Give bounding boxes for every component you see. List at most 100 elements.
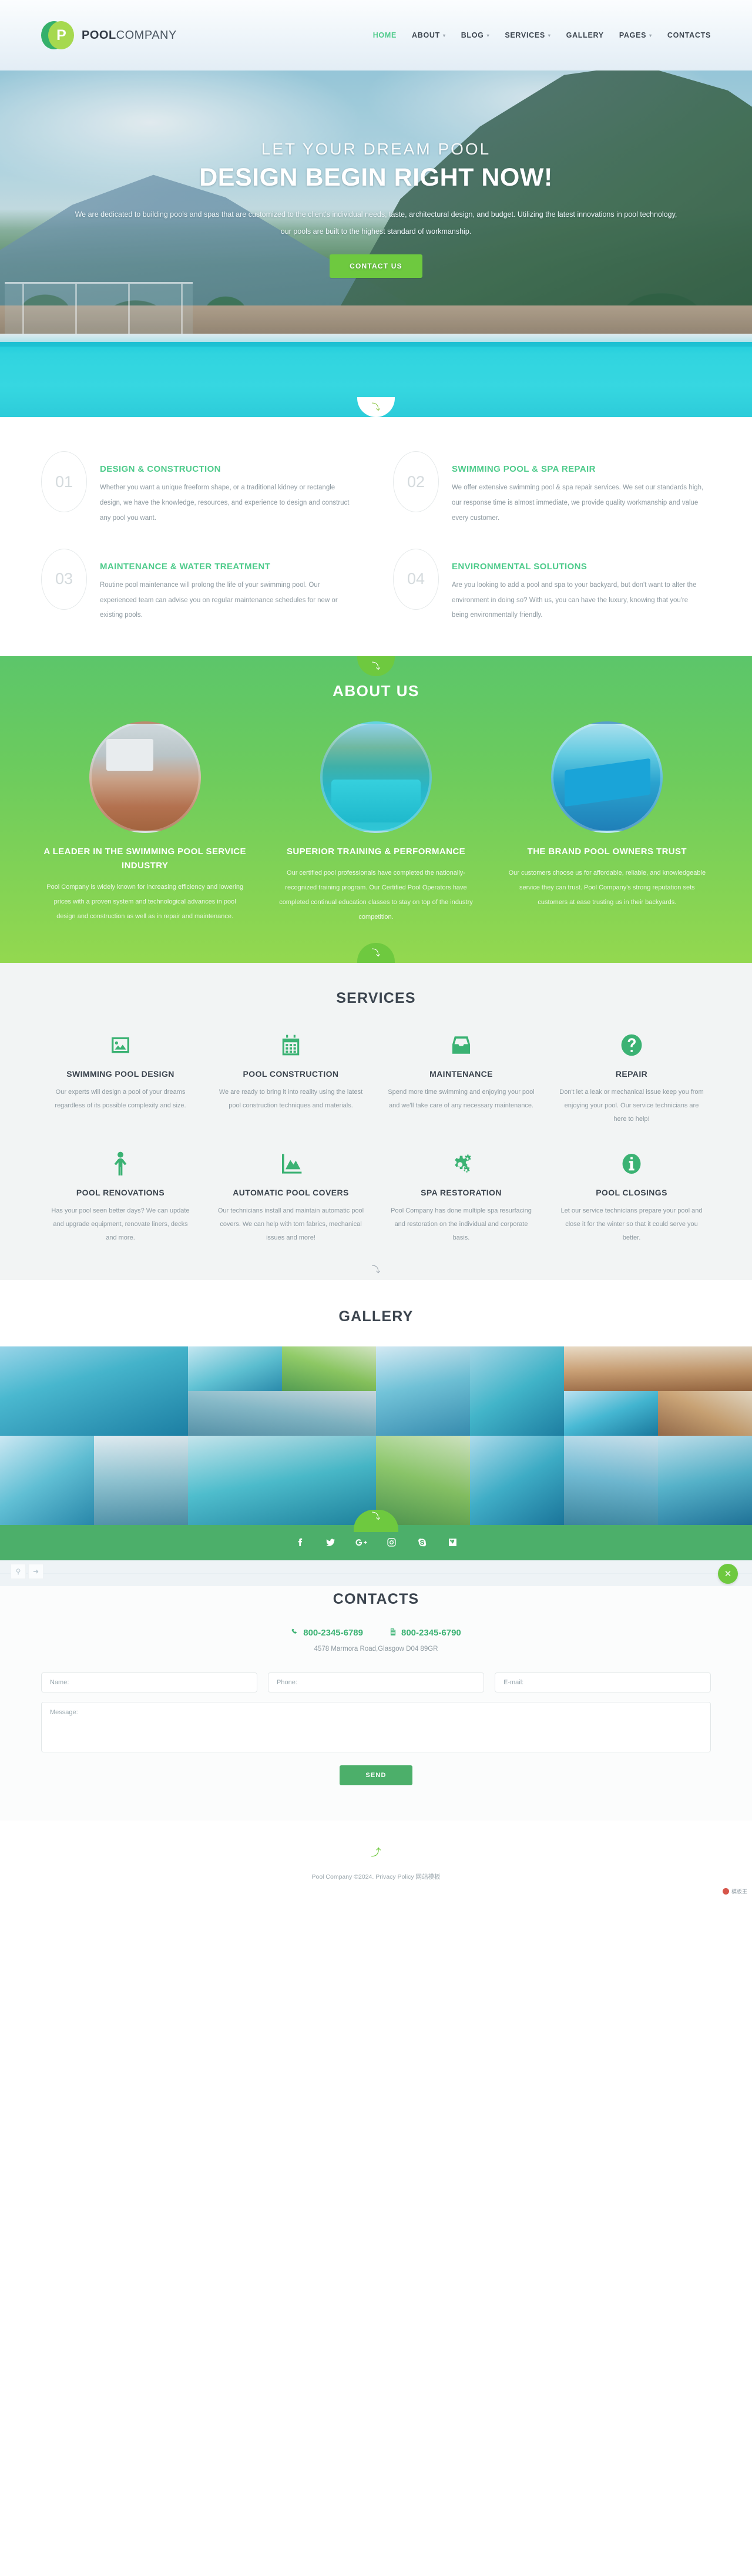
contacts-section: ⚲ ➜ ✕ CONTACTS 800-2345-6789 800-2345-67… (0, 1560, 752, 1821)
service-title: AUTOMATIC POOL COVERS (233, 1187, 349, 1197)
about-card: SUPERIOR TRAINING & PERFORMANCE Our cert… (272, 721, 479, 924)
feature-title: SWIMMING POOL & SPA REPAIR (452, 464, 596, 474)
nav-item-pages[interactable]: PAGES ▾ (619, 31, 652, 39)
gallery-image-12[interactable] (188, 1435, 376, 1525)
about-image-2 (320, 721, 432, 834)
feature-title: MAINTENANCE & WATER TREATMENT (100, 561, 271, 572)
send-button[interactable]: SEND (340, 1765, 412, 1785)
vimeo-icon[interactable] (445, 1535, 460, 1550)
feature-title: DESIGN & CONSTRUCTION (100, 464, 221, 474)
gallery-image-15[interactable] (564, 1435, 658, 1525)
feature-description: We offer extensive swimming pool & spa r… (452, 484, 704, 522)
hero-description: We are dedicated to building pools and s… (75, 210, 677, 236)
page-root: P POOLCOMPANY HOME ABOUT ▾ BLOG ▾ SERVICES… (0, 0, 752, 1899)
service-description: We are ready to bring it into reality us… (219, 1089, 363, 1110)
message-placeholder: Message: (50, 1708, 78, 1716)
watermark-badge: 模板王 (722, 1888, 747, 1895)
name-input[interactable]: Name: (41, 1672, 257, 1692)
email-input[interactable]: E-mail: (495, 1672, 711, 1692)
gallery-image-2[interactable] (188, 1346, 282, 1391)
nav-item-services[interactable]: SERVICES ▾ (505, 31, 550, 39)
hero-content: LET YOUR DREAM POOL DESIGN BEGIN RIGHT N… (0, 140, 752, 278)
service-card: REPAIR Don't let a leak or mechanical is… (552, 1032, 711, 1126)
service-card: AUTOMATIC POOL COVERS Our technicians in… (212, 1150, 370, 1245)
service-description: Pool Company has done multiple spa resur… (391, 1207, 532, 1241)
contact-fax[interactable]: 800-2345-6790 (389, 1628, 461, 1638)
gallery-image-1[interactable] (0, 1346, 188, 1436)
map-controls: ⚲ ➜ (11, 1563, 43, 1579)
about-heading: ABOUT US (333, 682, 419, 700)
gallery-image-4[interactable] (376, 1346, 470, 1436)
template-link[interactable]: 网站模板 (416, 1873, 441, 1880)
about-card: A LEADER IN THE SWIMMING POOL SERVICE IN… (41, 721, 249, 924)
gallery-image-9[interactable] (658, 1391, 752, 1436)
nav-label: CONTACTS (667, 31, 711, 39)
gallery-image-5[interactable] (470, 1346, 564, 1436)
facebook-icon[interactable] (292, 1535, 307, 1550)
about-section: ABOUT US A LEADER IN THE SWIMMING POOL S… (0, 656, 752, 963)
nav-item-contacts[interactable]: CONTACTS (667, 31, 711, 39)
feature-title: ENVIRONMENTAL SOLUTIONS (452, 561, 588, 572)
phone-icon (291, 1628, 299, 1638)
message-textarea[interactable]: Message: (41, 1701, 711, 1752)
chevron-down-icon: ▾ (442, 33, 446, 38)
phone-input-placeholder: Phone: (277, 1678, 297, 1686)
back-to-top-icon[interactable]: ⤴ (368, 1844, 384, 1859)
phone-input[interactable]: Phone: (268, 1672, 484, 1692)
close-icon[interactable]: ✕ (718, 1563, 738, 1584)
privacy-policy-link[interactable]: Privacy Policy (375, 1873, 414, 1880)
gallery-grid (0, 1346, 752, 1525)
contact-phone[interactable]: 800-2345-6789 (291, 1628, 363, 1638)
gallery-section: GALLERY (0, 1279, 752, 1525)
service-card: MAINTENANCE Spend more time swimming and… (382, 1032, 540, 1126)
gallery-image-14[interactable] (470, 1435, 564, 1525)
feature-item: 02 SWIMMING POOL & SPA REPAIR We offer e… (393, 451, 711, 526)
gallery-image-13[interactable] (376, 1435, 470, 1525)
service-card: POOL CONSTRUCTION We are ready to bring … (212, 1032, 370, 1126)
gallery-image-3[interactable] (282, 1346, 376, 1391)
navigate-icon[interactable]: ➜ (28, 1563, 43, 1579)
gallery-image-16[interactable] (658, 1435, 752, 1525)
feature-number: 02 (393, 451, 439, 512)
chevron-down-icon: ▾ (486, 33, 490, 38)
nav-item-gallery[interactable]: GALLERY (566, 31, 604, 39)
feature-description: Routine pool maintenance will prolong th… (100, 581, 338, 619)
watermark-dot-icon (722, 1888, 729, 1895)
chevron-down-icon: ▾ (649, 33, 652, 38)
hero-cta-button[interactable]: CONTACT US (330, 254, 422, 278)
brand-name-bold: POOL (82, 28, 116, 42)
service-title: SWIMMING POOL DESIGN (66, 1069, 174, 1079)
skype-icon[interactable] (414, 1535, 429, 1550)
service-title: POOL RENOVATIONS (76, 1187, 165, 1197)
person-icon (47, 1150, 194, 1177)
service-description: Our technicians install and maintain aut… (217, 1207, 364, 1241)
service-description: Let our service technicians prepare your… (560, 1207, 703, 1241)
copyright-text: Pool Company ©2024. (311, 1873, 374, 1880)
nav-item-about[interactable]: ABOUT ▾ (412, 31, 446, 39)
contacts-heading: CONTACTS (333, 1590, 419, 1607)
gallery-image-8[interactable] (564, 1391, 658, 1436)
feature-item: 01 DESIGN & CONSTRUCTION Whether you wan… (41, 451, 359, 526)
gallery-image-11[interactable] (94, 1435, 188, 1525)
feature-description: Are you looking to add a pool and spa to… (452, 581, 697, 619)
gallery-image-7[interactable] (188, 1391, 376, 1436)
about-card-description: Our customers choose us for affordable, … (508, 869, 706, 906)
nav-label: BLOG (461, 31, 484, 39)
twitter-icon[interactable] (323, 1535, 338, 1550)
googleplus-icon[interactable] (353, 1535, 368, 1550)
feature-item: 03 MAINTENANCE & WATER TREATMENT Routine… (41, 548, 359, 624)
gallery-image-10[interactable] (0, 1435, 94, 1525)
service-title: POOL CLOSINGS (596, 1187, 667, 1197)
gallery-heading: GALLERY (338, 1308, 414, 1325)
service-title: POOL CONSTRUCTION (243, 1069, 339, 1079)
gallery-image-6[interactable] (564, 1346, 752, 1391)
brand-logo-link[interactable]: P POOLCOMPANY (41, 20, 177, 51)
nav-item-home[interactable]: HOME (373, 31, 397, 39)
fax-number: 800-2345-6790 (401, 1628, 461, 1638)
nav-item-blog[interactable]: BLOG ▾ (461, 31, 490, 39)
instagram-icon[interactable] (384, 1535, 399, 1550)
info-icon (558, 1150, 705, 1177)
search-icon[interactable]: ⚲ (11, 1563, 26, 1579)
map-strip[interactable]: ⚲ ➜ ✕ (0, 1560, 752, 1586)
service-description: Don't let a leak or mechanical issue kee… (559, 1089, 704, 1123)
